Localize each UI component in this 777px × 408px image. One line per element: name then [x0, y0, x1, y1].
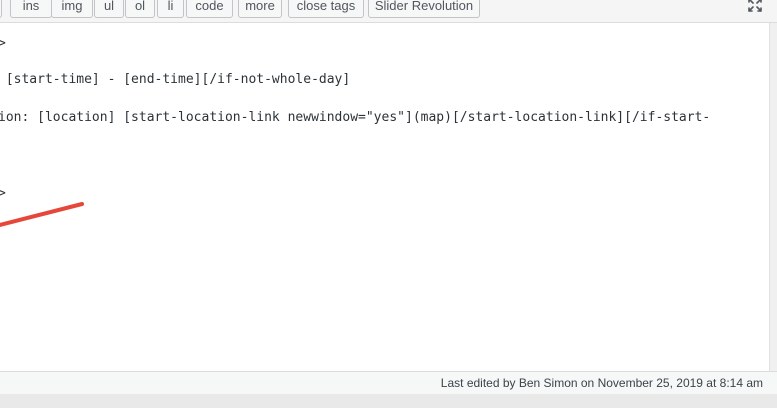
text-editor: ins img ul ol li code more close tags Sl…: [0, 0, 777, 408]
more-button[interactable]: more: [238, 0, 282, 18]
code-line: >: [0, 36, 6, 51]
code-line: [start-time] - [end-time][/if-not-whole-…: [0, 72, 351, 87]
quicktags-toolbar: ins img ul ol li code more close tags Sl…: [0, 0, 777, 23]
toolbar-button-partial[interactable]: [0, 0, 2, 18]
page-bottom-strip: [0, 394, 777, 408]
ol-button[interactable]: ol: [125, 0, 155, 18]
code-button[interactable]: code: [186, 0, 233, 18]
status-bar: Last edited by Ben Simon on November 25,…: [0, 371, 777, 394]
last-edited-text: Last edited by Ben Simon on November 25,…: [440, 376, 763, 390]
editor-textarea[interactable]: > [start-time] - [end-time][/if-not-whol…: [0, 23, 770, 371]
code-line: >: [0, 186, 6, 201]
ul-button[interactable]: ul: [94, 0, 124, 18]
li-button[interactable]: li: [157, 0, 184, 18]
fullscreen-icon[interactable]: [747, 0, 763, 13]
close-tags-button[interactable]: close tags: [288, 0, 364, 18]
img-button[interactable]: img: [51, 0, 93, 18]
slider-revolution-button[interactable]: Slider Revolution: [368, 0, 480, 18]
editor-scrollbar[interactable]: [769, 23, 777, 371]
ins-button[interactable]: ins: [10, 0, 52, 18]
code-line: ion: [location] [start-location-link new…: [0, 110, 711, 125]
